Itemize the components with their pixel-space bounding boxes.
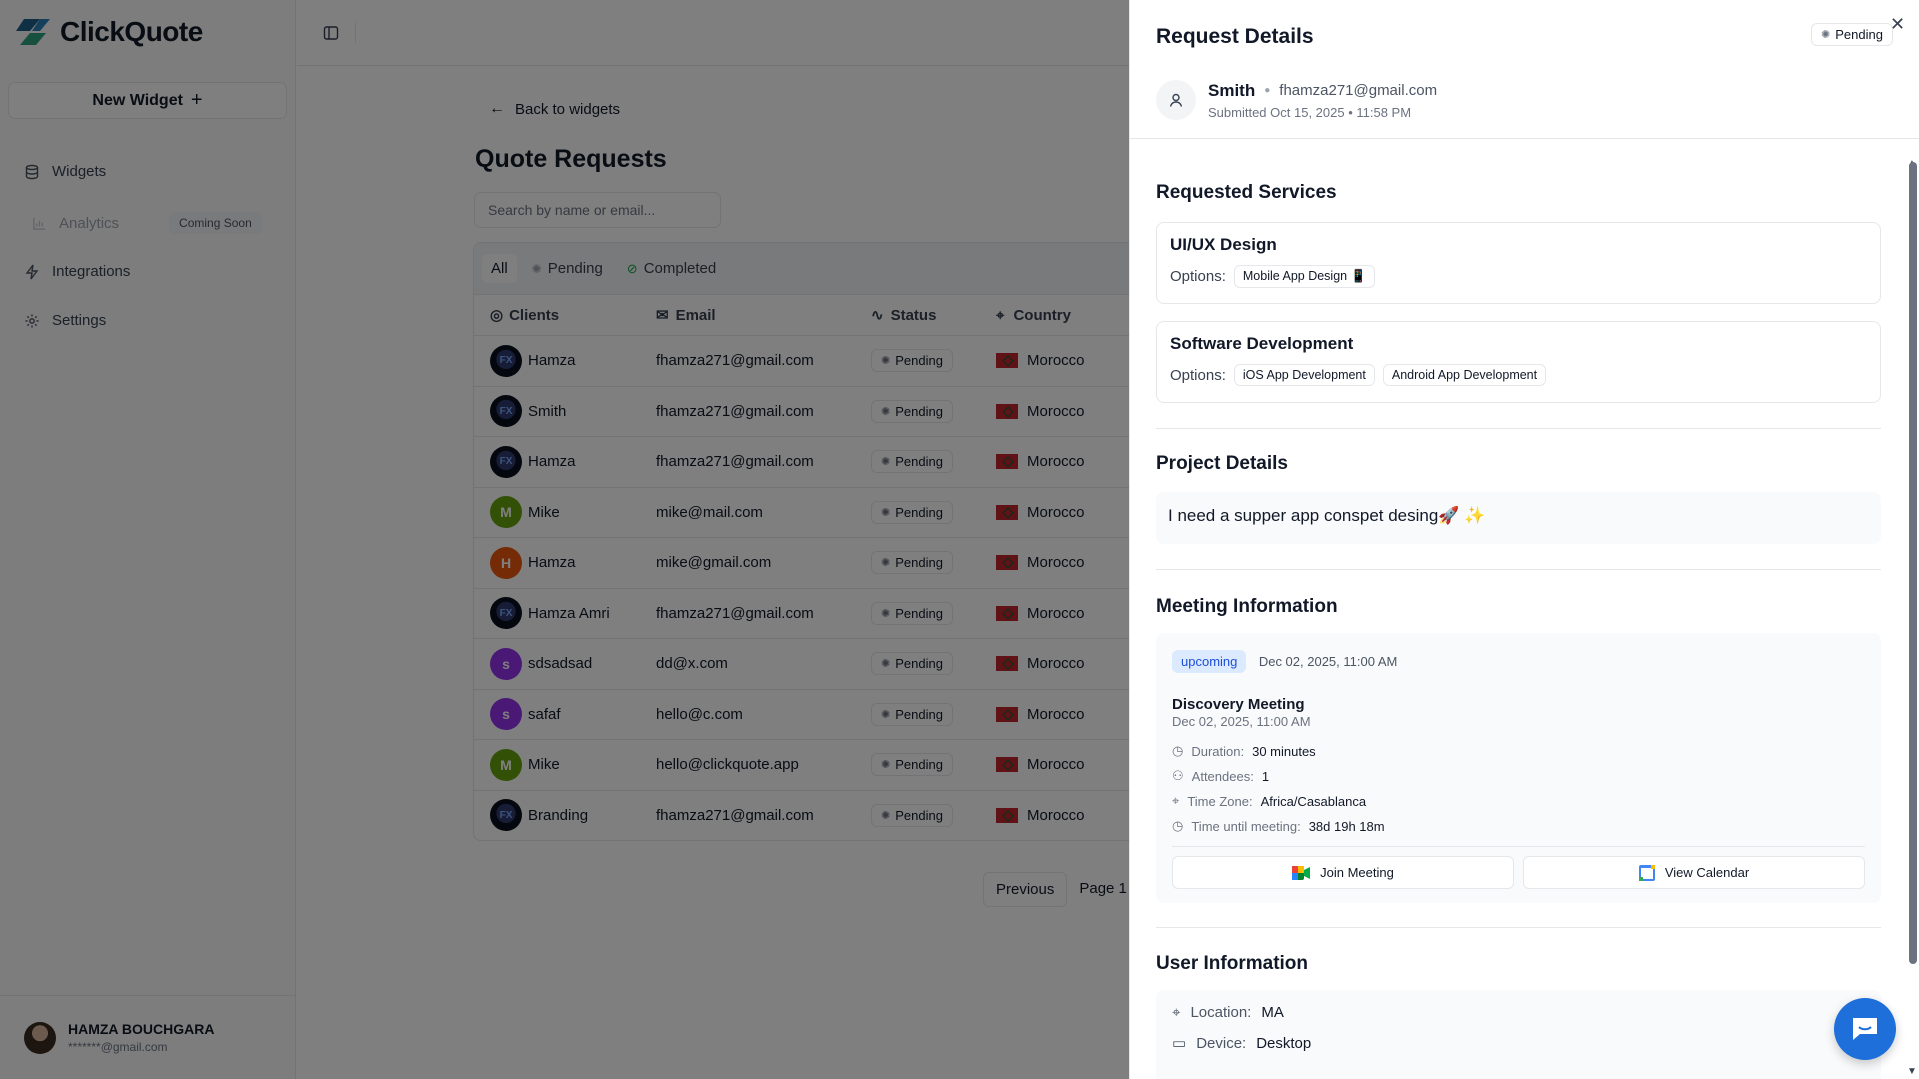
loader-icon: ✺: [1821, 29, 1831, 41]
panel-title: Request Details: [1156, 25, 1314, 48]
user-location: ⌖ Location: MA: [1172, 1004, 1865, 1021]
scroll-down-icon[interactable]: ▼: [1907, 1066, 1917, 1077]
countdown-value: 38d 19h 18m: [1308, 818, 1385, 834]
map-pin-icon: ⌖: [1172, 1004, 1181, 1021]
meeting-name: Discovery Meeting: [1172, 696, 1305, 713]
user-info-title: User Information: [1156, 953, 1309, 974]
divider: [1156, 428, 1881, 429]
location-value: MA: [1261, 1004, 1284, 1021]
requester-name: Smith: [1208, 80, 1256, 100]
map-pin-icon: ⌖: [1172, 793, 1180, 808]
timezone-value: Africa/Casablanca: [1260, 793, 1367, 809]
requester: Smith ● fhamza271@gmail.com Submitted Oc…: [1156, 80, 1437, 120]
duration-label: Duration:: [1191, 743, 1245, 759]
option-tag: iOS App Development: [1233, 364, 1375, 386]
meeting-countdown: ◷ Time until meeting: 38d 19h 18m: [1172, 818, 1865, 834]
service-card: Software Development Options: iOS App De…: [1156, 321, 1881, 403]
panel-header: Request Details ✺ Pending ✕ Smith ● fhamz…: [1130, 0, 1919, 139]
upcoming-badge: upcoming: [1172, 650, 1247, 673]
location-label: Location:: [1190, 1004, 1252, 1021]
duration-value: 30 minutes: [1252, 743, 1316, 759]
service-options: Options: iOS App Development Android App…: [1170, 364, 1867, 386]
requested-services-title: Requested Services: [1156, 182, 1337, 203]
project-description: I need a supper app conspet desing🚀 ✨: [1156, 492, 1881, 544]
device-label: Device:: [1196, 1034, 1247, 1052]
scrollbar[interactable]: [1909, 162, 1917, 964]
meeting-duration: ◷ Duration: 30 minutes: [1172, 743, 1865, 759]
device-value: Desktop: [1256, 1034, 1312, 1052]
modal-overlay[interactable]: [0, 0, 1129, 1079]
options-label: Options:: [1170, 268, 1226, 285]
project-details-title: Project Details: [1156, 453, 1288, 474]
request-details-panel: Request Details ✺ Pending ✕ Smith ● fhamz…: [1129, 0, 1919, 1079]
divider: [1156, 927, 1881, 928]
service-card: UI/UX Design Options: Mobile App Design …: [1156, 222, 1881, 304]
user-info-card: ⌖ Location: MA ▭ Device: Desktop: [1156, 990, 1881, 1079]
meeting-attendees: ⚇ Attendees: 1: [1172, 768, 1865, 784]
google-meet-icon: [1292, 865, 1311, 880]
clock-icon: ◷: [1172, 818, 1184, 833]
close-icon[interactable]: ✕: [1890, 14, 1905, 35]
avatar: [1156, 80, 1196, 120]
options-label: Options:: [1170, 366, 1226, 384]
attendees-value: 1: [1261, 768, 1270, 784]
service-name: Software Development: [1170, 334, 1354, 353]
option-tag: Android App Development: [1382, 364, 1547, 386]
chat-button[interactable]: [1834, 998, 1896, 1060]
user-icon: [1169, 93, 1183, 107]
monitor-icon: ▭: [1172, 1035, 1187, 1052]
meeting-subdate: Dec 02, 2025, 11:00 AM: [1172, 714, 1311, 729]
dot-separator: ●: [1264, 85, 1271, 96]
google-calendar-icon: [1638, 864, 1655, 881]
users-icon: ⚇: [1172, 768, 1184, 783]
submitted-date: Submitted Oct 15, 2025 • 11:58 PM: [1208, 104, 1412, 120]
divider: [1156, 569, 1881, 570]
timezone-label: Time Zone:: [1187, 793, 1253, 809]
attendees-label: Attendees:: [1191, 768, 1254, 784]
meeting-card: upcoming Dec 02, 2025, 11:00 AM Discover…: [1156, 633, 1881, 903]
join-meeting-button[interactable]: Join Meeting: [1172, 856, 1514, 889]
status-badge: ✺ Pending: [1811, 23, 1893, 46]
chat-icon: [1853, 1018, 1877, 1040]
countdown-label: Time until meeting:: [1191, 818, 1301, 834]
status-label: Pending: [1835, 27, 1883, 42]
requester-email: fhamza271@gmail.com: [1279, 82, 1438, 99]
user-device: ▭ Device: Desktop: [1172, 1034, 1865, 1053]
service-name: UI/UX Design: [1170, 235, 1277, 254]
meeting-timezone: ⌖ Time Zone: Africa/Casablanca: [1172, 793, 1865, 809]
meeting-actions: Join Meeting View Calendar: [1172, 846, 1865, 889]
join-label: Join Meeting: [1320, 865, 1394, 880]
option-tag: Mobile App Design 📱: [1233, 265, 1376, 288]
meeting-info-title: Meeting Information: [1156, 596, 1338, 617]
service-options: Options: Mobile App Design 📱: [1170, 265, 1867, 288]
timer-icon: ◷: [1172, 743, 1184, 758]
calendar-label: View Calendar: [1664, 865, 1750, 880]
meeting-date: Dec 02, 2025, 11:00 AM: [1258, 654, 1398, 669]
view-calendar-button[interactable]: View Calendar: [1523, 856, 1865, 889]
